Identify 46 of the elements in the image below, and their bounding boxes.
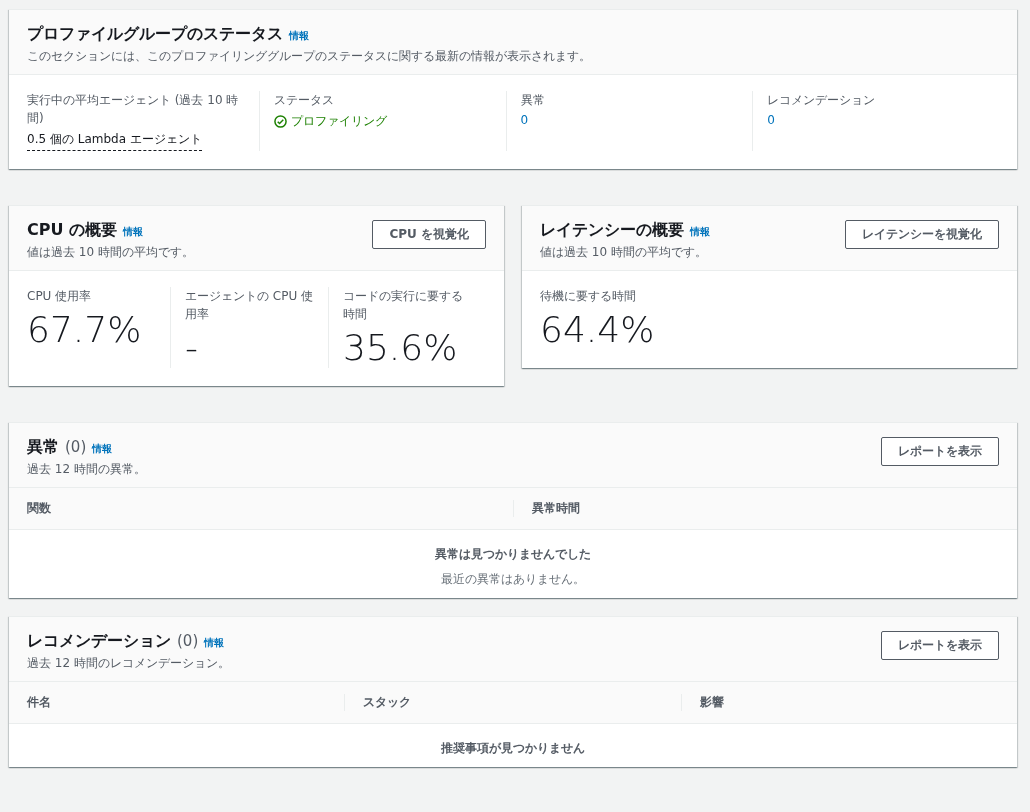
metric-value: 35.6% <box>343 327 459 368</box>
check-circle-icon <box>273 115 287 128</box>
info-link[interactable]: 情報 <box>204 636 225 650</box>
column-header: スタック <box>344 694 681 711</box>
metric-label: コードの実行に要する時間 <box>343 288 464 323</box>
section-description: 値は過去 10 時間の平均です。 <box>540 244 708 260</box>
empty-title: 推奨事項が見つかりません <box>441 740 585 757</box>
metric-label: レコメンデーション <box>767 92 877 109</box>
metric-label: エージェントの CPU 使用率 <box>185 288 314 323</box>
empty-title: 異常は見つかりませんでした <box>435 546 591 563</box>
column-header: 関数 <box>26 500 52 517</box>
column-header: 件名 <box>26 694 52 711</box>
section-description: 過去 12 時間の異常。 <box>27 461 146 477</box>
metric-value: - <box>185 327 199 368</box>
section-description: 値は過去 10 時間の平均です。 <box>27 244 194 260</box>
metric-label: 実行中の平均エージェント (過去 10 時間) <box>27 92 240 127</box>
status-text: プロファイリング <box>290 113 387 130</box>
section-title: レイテンシーの概要 <box>540 220 684 241</box>
item-count: (0) <box>177 632 199 650</box>
section-title: 異常 <box>27 437 59 458</box>
section-title: プロファイルグループのステータス <box>27 24 283 45</box>
section-title: レコメンデーション <box>27 631 171 652</box>
view-report-button[interactable]: レポートを表示 <box>881 437 999 466</box>
section-description: 過去 12 時間のレコメンデーション。 <box>27 655 230 671</box>
empty-message: 最近の異常はありません。 <box>441 571 585 588</box>
info-link[interactable]: 情報 <box>690 225 710 239</box>
metric-label: 待機に要する時間 <box>540 288 637 305</box>
count-link[interactable]: 0 <box>767 113 775 127</box>
visualize-button[interactable]: レイテンシーを視覚化 <box>845 220 999 249</box>
column-header: 影響 <box>680 694 1017 711</box>
visualize-button[interactable]: CPU を視覚化 <box>372 220 486 249</box>
metric-label: ステータス <box>273 92 335 109</box>
metric-label: 異常 <box>520 92 546 109</box>
count-link[interactable]: 0 <box>520 113 529 127</box>
info-link[interactable]: 情報 <box>92 442 113 456</box>
metric-value: 64.4% <box>540 309 656 350</box>
section-description: このセクションには、このプロファイリンググループのステータスに関する最新の情報が表示されます。 <box>27 48 591 64</box>
info-link[interactable]: 情報 <box>123 225 144 239</box>
view-report-button[interactable]: レポートを表示 <box>881 631 999 660</box>
item-count: (0) <box>65 438 87 456</box>
column-header: 異常時間 <box>512 500 1017 517</box>
section-title: CPU の概要 <box>27 220 118 241</box>
metric-label: CPU 使用率 <box>27 288 93 305</box>
metric-value: 67.7% <box>27 309 143 350</box>
metric-value[interactable]: 0.5 個の Lambda エージェント <box>27 131 202 151</box>
info-link[interactable]: 情報 <box>289 29 309 43</box>
